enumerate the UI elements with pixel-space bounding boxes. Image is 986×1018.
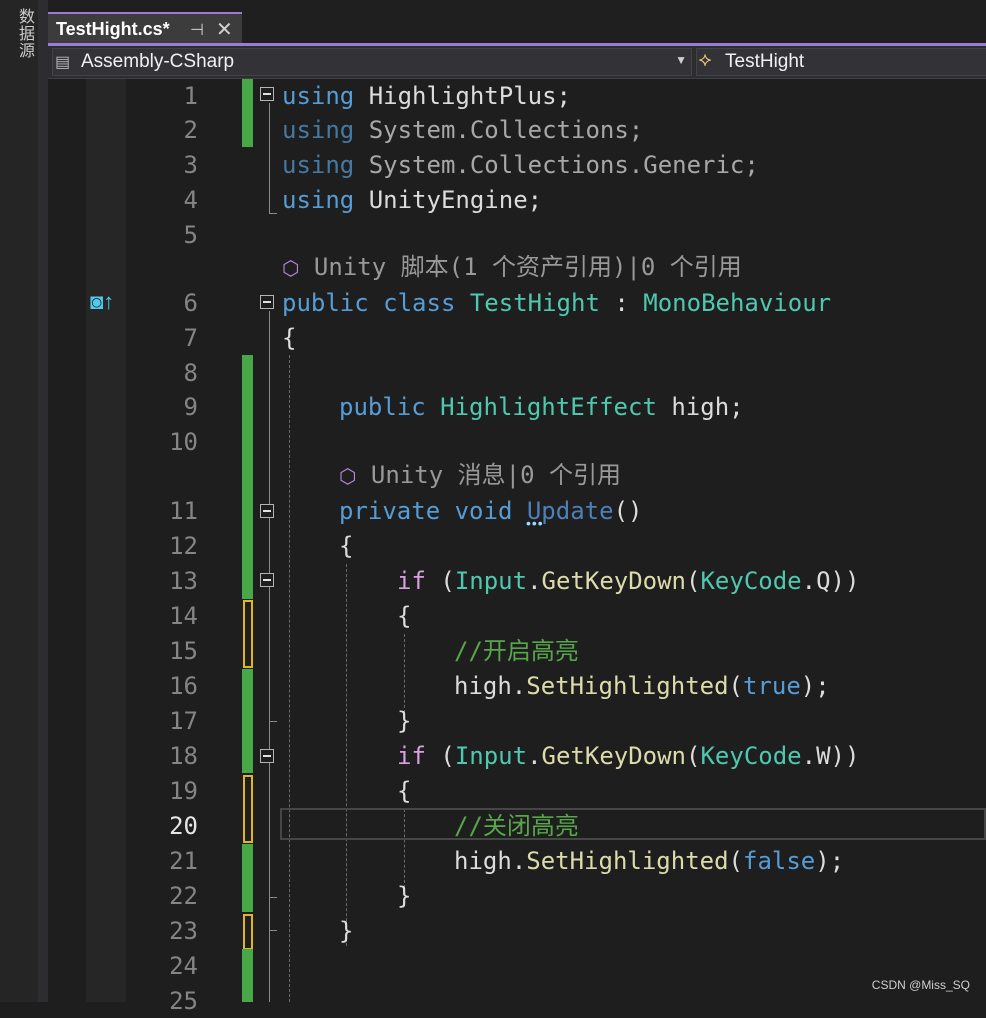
- code-text[interactable]: if (Input.GetKeyDown(KeyCode.Q)): [397, 564, 859, 598]
- code-line[interactable]: 17 }: [48, 704, 986, 738]
- codelens-text[interactable]: Unity 消息|0 个引用: [371, 461, 621, 489]
- code-text[interactable]: {: [282, 321, 296, 355]
- line-number: 2: [183, 116, 198, 144]
- left-gutter: [38, 0, 48, 1002]
- watermark: CSDN @Miss_SQ: [871, 978, 970, 992]
- chevron-down-icon[interactable]: ▼: [675, 53, 687, 67]
- tab-testhight[interactable]: TestHight.cs* ⊣ ✕: [48, 12, 242, 44]
- code-line[interactable]: 18 if (Input.GetKeyDown(KeyCode.W)): [48, 739, 986, 773]
- codelens-text[interactable]: Unity 脚本(1 个资产引用)|0 个引用: [314, 253, 742, 281]
- data-sources-label[interactable]: 数据源: [12, 8, 36, 59]
- line-number: 16: [169, 672, 198, 700]
- tab-title[interactable]: TestHight.cs*: [56, 19, 170, 40]
- line-number: 13: [169, 567, 198, 595]
- code-line[interactable]: 2 using System.Collections;: [48, 113, 986, 147]
- line-number: 5: [183, 221, 198, 249]
- code-line[interactable]: 23 }: [48, 914, 986, 948]
- line-number: 22: [169, 882, 198, 910]
- line-number: 1: [183, 82, 198, 110]
- code-line[interactable]: 7 {: [48, 321, 986, 355]
- code-text[interactable]: if (Input.GetKeyDown(KeyCode.W)): [397, 739, 859, 773]
- code-text[interactable]: using HighlightPlus;: [282, 79, 571, 113]
- line-number: 9: [183, 393, 198, 421]
- unity-cube-icon: ⬡: [282, 256, 300, 280]
- code-line[interactable]: 4 using UnityEngine;: [48, 183, 986, 217]
- class-icon: ⯎: [699, 51, 712, 70]
- code-line[interactable]: 11 private void Update(): [48, 494, 986, 528]
- code-editor[interactable]: ◙↑ 1 using HighlightPlus; 2 using System…: [48, 79, 986, 1015]
- line-number: 21: [169, 847, 198, 875]
- project-icon: ▤: [55, 54, 71, 71]
- code-line[interactable]: 6 public class TestHight : MonoBehaviour: [48, 286, 986, 320]
- project-name: Assembly-CSharp: [81, 51, 235, 72]
- side-panel[interactable]: 数据源: [0, 0, 39, 1002]
- line-number: 12: [169, 532, 198, 560]
- line-number: 24: [169, 952, 198, 980]
- codelens-class[interactable]: ⬡ Unity 脚本(1 个资产引用)|0 个引用: [282, 250, 742, 284]
- code-text[interactable]: }: [397, 704, 411, 738]
- code-line[interactable]: 24: [48, 949, 986, 983]
- code-line[interactable]: 12 {: [48, 529, 986, 563]
- line-number: 17: [169, 707, 198, 735]
- line-number: 19: [169, 777, 198, 805]
- code-line[interactable]: 1 using HighlightPlus;: [48, 79, 986, 113]
- code-line[interactable]: 3 using System.Collections.Generic;: [48, 148, 986, 182]
- tab-strip: TestHight.cs* ⊣ ✕: [48, 0, 986, 44]
- close-icon[interactable]: ✕: [216, 17, 233, 42]
- code-text[interactable]: using UnityEngine;: [282, 183, 542, 217]
- line-number: 23: [169, 917, 198, 945]
- code-line[interactable]: 15 //开启高亮: [48, 634, 986, 668]
- code-line[interactable]: 21 high.SetHighlighted(false);: [48, 844, 986, 878]
- code-text[interactable]: {: [397, 599, 411, 633]
- pin-icon[interactable]: ⊣: [190, 20, 204, 40]
- code-line[interactable]: 19 {: [48, 774, 986, 808]
- line-number: 4: [183, 186, 198, 214]
- line-number: 14: [169, 602, 198, 630]
- code-line[interactable]: 10: [48, 425, 986, 459]
- class-name: TestHight: [725, 51, 805, 72]
- code-text[interactable]: private void Update(): [339, 494, 642, 528]
- code-line[interactable]: 16 high.SetHighlighted(true);: [48, 669, 986, 703]
- code-text[interactable]: //关闭高亮: [454, 809, 579, 843]
- code-text[interactable]: {: [397, 774, 411, 808]
- code-text[interactable]: public class TestHight : MonoBehaviour: [282, 286, 831, 320]
- code-text[interactable]: {: [339, 529, 353, 563]
- code-text[interactable]: using System.Collections.Generic;: [282, 148, 759, 182]
- line-number: 10: [169, 428, 198, 456]
- line-number: 3: [183, 151, 198, 179]
- navigation-bar: ▤ Assembly-CSharp ▼ ⯎ TestHight: [48, 46, 986, 79]
- code-text[interactable]: }: [397, 879, 411, 913]
- line-number: 25: [169, 987, 198, 1015]
- code-text[interactable]: high.SetHighlighted(false);: [454, 844, 844, 878]
- code-line[interactable]: 8: [48, 356, 986, 390]
- unity-cube-icon: ⬡: [339, 464, 357, 488]
- code-line[interactable]: 5: [48, 218, 986, 252]
- line-number: 15: [169, 637, 198, 665]
- code-text[interactable]: }: [339, 914, 353, 948]
- line-number: 8: [183, 359, 198, 387]
- line-number: 20: [169, 812, 198, 840]
- project-dropdown[interactable]: ▤ Assembly-CSharp ▼: [52, 48, 692, 76]
- code-line[interactable]: 22 }: [48, 879, 986, 913]
- code-line[interactable]: 13 if (Input.GetKeyDown(KeyCode.Q)): [48, 564, 986, 598]
- line-number: 7: [183, 324, 198, 352]
- class-dropdown[interactable]: ⯎ TestHight: [696, 48, 986, 76]
- code-line[interactable]: 25: [48, 984, 986, 1018]
- code-text[interactable]: public HighlightEffect high;: [339, 390, 744, 424]
- line-number: 11: [169, 497, 198, 525]
- codelens-update[interactable]: ⬡ Unity 消息|0 个引用: [339, 458, 621, 492]
- code-line-current[interactable]: 20 //关闭高亮: [48, 809, 986, 843]
- code-line[interactable]: 14 {: [48, 599, 986, 633]
- code-text[interactable]: high.SetHighlighted(true);: [454, 669, 830, 703]
- line-number: 6: [183, 289, 198, 317]
- code-text[interactable]: using System.Collections;: [282, 113, 643, 147]
- line-number: 18: [169, 742, 198, 770]
- code-text[interactable]: //开启高亮: [454, 634, 579, 668]
- code-line[interactable]: 9 public HighlightEffect high;: [48, 390, 986, 424]
